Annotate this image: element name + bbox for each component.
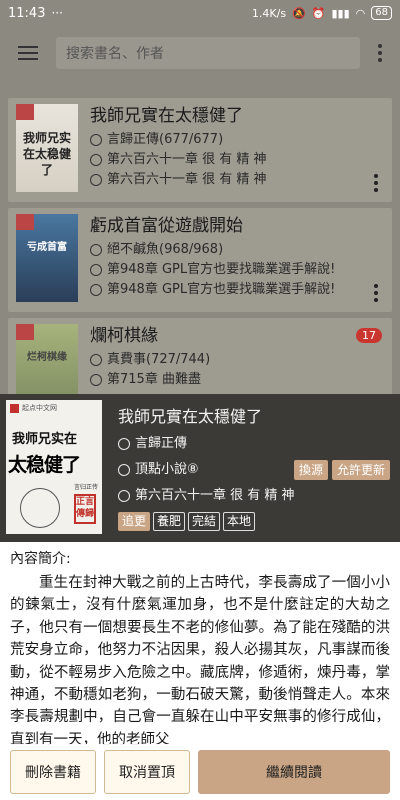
card-more-icon[interactable]	[374, 174, 378, 192]
compass-icon	[118, 490, 130, 502]
bookshelf-list: 我师兄实在太稳健了 我師兄實在太穩健了 言歸正傳(677/677) 第六百六十一…	[0, 80, 400, 422]
alarm-icon: ⏰	[311, 6, 326, 20]
detail-cover: 起点中文网 我师兄实在 太稳健了 言归正传 正言傳歸	[6, 400, 102, 534]
book-author: 言歸正傳(677/677)	[107, 132, 224, 147]
book-latest-chapter: 第六百六十一章 很 有 精 神	[107, 172, 267, 187]
compass-icon	[90, 284, 102, 296]
compass-icon	[90, 174, 102, 186]
wifi-icon: ◠	[355, 6, 366, 20]
cover-publisher: 起点中文网	[22, 404, 57, 412]
tag-fattening[interactable]: 養肥	[153, 512, 186, 531]
network-speed: 1.4K/s	[251, 6, 287, 20]
cover-illustration	[20, 488, 60, 528]
cover-ribbon	[16, 214, 34, 230]
mute-icon: 🔕	[292, 6, 306, 20]
group-tags: 追更 養肥 完結 本地	[118, 512, 390, 531]
book-read-chapter: 第948章 GPL官方也要找職業選手解說!	[107, 262, 336, 277]
book-cover: 我师兄实在太稳健了	[16, 104, 78, 192]
book-latest-chapter: 第948章 GPL官方也要找職業選手解說!	[107, 282, 336, 297]
cover-title-line2: 太稳健了	[8, 454, 81, 476]
allow-update-button[interactable]: 允許更新	[331, 460, 390, 480]
book-read-chapter: 第715章 曲難盡	[107, 372, 201, 387]
intro-label: 內容簡介:	[10, 551, 71, 567]
tag-following[interactable]: 追更	[118, 512, 151, 531]
book-title: 虧成首富從遊戲開始	[90, 216, 243, 236]
author-icon	[90, 134, 102, 146]
tag-finished[interactable]: 完結	[188, 512, 221, 531]
globe-icon	[118, 464, 130, 476]
book-author: 真費事(727/744)	[107, 352, 211, 367]
intro-text: 重生在封神大戰之前的上古時代，李長壽成了一個小小的鍊氣士，沒有什麼氣運加身，也不…	[10, 575, 390, 748]
signal-icon: ▮▮▮	[331, 6, 350, 20]
continue-reading-button[interactable]: 繼續閱讀	[198, 750, 390, 794]
book-detail-header: 起点中文网 我师兄实在 太稳健了 言归正传 正言傳歸 我師兄實在太穩健了 言歸正…	[0, 394, 400, 542]
cover-title: 我师兄实在太稳健了	[22, 131, 71, 177]
detail-author[interactable]: 言歸正傳	[135, 434, 187, 454]
menu-icon[interactable]	[10, 35, 46, 71]
book-author: 絕不鹹魚(968/968)	[107, 242, 224, 257]
search-placeholder: 搜索書名、作者	[66, 46, 164, 62]
change-source-button[interactable]: 換源	[293, 460, 328, 480]
history-icon	[90, 154, 102, 166]
author-icon	[118, 438, 130, 450]
history-icon	[90, 374, 102, 386]
status-bar: 11:43 ··· 1.4K/s 🔕 ⏰ ▮▮▮ ◠ 68	[0, 0, 400, 26]
tag-local[interactable]: 本地	[223, 512, 256, 531]
book-read-chapter: 第六百六十一章 很 有 精 神	[107, 152, 267, 167]
search-input[interactable]: 搜索書名、作者	[56, 37, 360, 69]
book-card[interactable]: 我师兄实在太稳健了 我師兄實在太穩健了 言歸正傳(677/677) 第六百六十一…	[8, 98, 392, 202]
unread-badge: 17	[356, 328, 382, 343]
card-more-icon[interactable]	[374, 284, 378, 302]
book-title: 爛柯棋緣	[90, 326, 158, 346]
more-dots-icon: ···	[51, 6, 63, 20]
book-card[interactable]: 亏成首富 虧成首富從遊戲開始 絕不鹹魚(968/968) 第948章 GPL官方…	[8, 208, 392, 312]
detail-source: 頂點小說⑧	[135, 462, 199, 477]
book-cover: 亏成首富	[16, 214, 78, 302]
unpin-button[interactable]: 取消置頂	[104, 750, 190, 794]
detail-latest-chapter: 第六百六十一章 很 有 精 神	[135, 488, 295, 503]
cover-ribbon	[16, 104, 34, 120]
cover-title-line1: 我师兄实在	[12, 432, 78, 447]
author-icon	[90, 354, 102, 366]
history-icon	[90, 264, 102, 276]
delete-book-button[interactable]: 刪除書籍	[10, 750, 96, 794]
book-title: 我師兄實在太穩健了	[90, 106, 243, 126]
battery-icon: 68	[371, 6, 392, 20]
cover-author: 言归正传	[73, 484, 98, 491]
status-time: 11:43	[8, 5, 46, 21]
more-vert-icon[interactable]	[370, 44, 390, 62]
cover-title: 烂柯棋缘	[27, 352, 67, 363]
cover-title: 亏成首富	[27, 242, 67, 253]
cover-seal: 正言傳歸	[74, 494, 96, 524]
qidian-logo-icon	[10, 404, 19, 413]
detail-title: 我師兄實在太穩健了	[118, 407, 263, 426]
author-icon	[90, 244, 102, 256]
toolbar: 搜索書名、作者	[0, 26, 400, 80]
action-bar: 刪除書籍 取消置頂 繼續閱讀	[0, 744, 400, 800]
cover-ribbon	[16, 324, 34, 340]
